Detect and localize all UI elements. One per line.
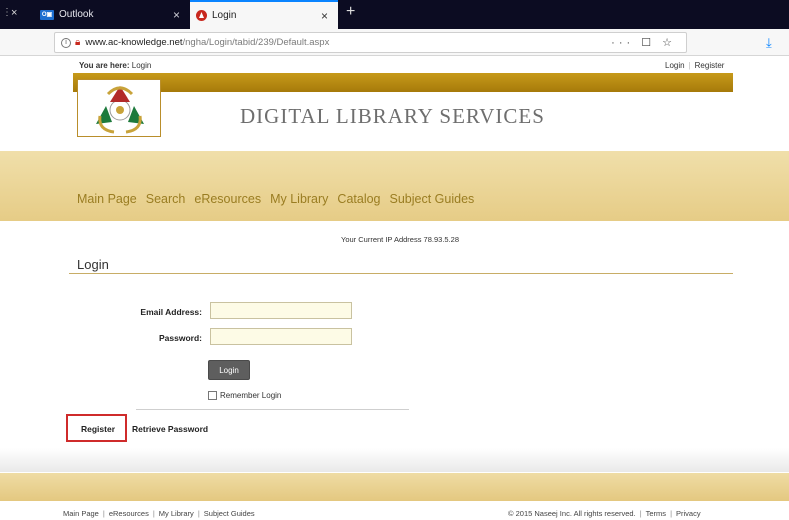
url-host: www.ac-knowledge.net [85,37,183,48]
insecure-lock-icon[interactable]: 🔒︎ [75,37,80,48]
header-gold-bar [73,73,733,92]
breadcrumb-current: Login [131,61,152,70]
menu-band [0,151,789,221]
tab-close-prev[interactable]: × [11,7,17,19]
top-login-link[interactable]: Login [665,61,685,70]
login-button-label: Login [219,365,239,375]
footer-grey-band [0,448,789,472]
breadcrumb: You are here: Login [79,61,151,70]
ip-address-text: Your Current IP Address 78.93.5.28 [341,235,459,244]
separator: | [102,509,105,518]
separator: | [688,61,691,70]
remember-login-label: Remember Login [220,391,282,400]
new-tab-button[interactable]: + [346,3,355,21]
tab-strip: ⋮ × O▣ Outlook × Login × + [0,0,789,29]
login-button[interactable]: Login [208,360,250,380]
main-menu: Main Page Search eResources My Library C… [77,192,474,206]
close-icon[interactable]: × [173,8,180,22]
outlook-icon: O▣ [40,9,54,20]
navigation-bar: i 🔒︎ www.ac-knowledge.net /ngha/Login/ta… [0,29,789,56]
browser-window: ⋮ × O▣ Outlook × Login × + i 🔒︎ www.ac-k… [0,0,789,520]
separator: | [670,509,673,518]
retrieve-password-link[interactable]: Retrieve Password [132,424,208,434]
footer-gold-band [0,473,789,501]
info-icon[interactable]: i [61,37,71,48]
login-divider [69,273,733,274]
menu-item-my-library[interactable]: My Library [270,192,328,206]
logo-emblem [96,86,144,134]
page-actions-icon[interactable]: ··· ☐ ☆ [611,36,676,49]
remember-login-checkbox[interactable] [208,391,217,400]
menu-item-catalog[interactable]: Catalog [337,192,380,206]
separator: | [197,509,200,518]
separator: | [639,509,642,518]
site-logo[interactable] [77,79,161,137]
close-icon[interactable]: × [321,9,328,23]
menu-item-subject-guides[interactable]: Subject Guides [390,192,475,206]
menu-item-search[interactable]: Search [146,192,186,206]
remember-login[interactable]: Remember Login [208,391,281,400]
menu-item-main-page[interactable]: Main Page [77,192,137,206]
tab-login-label: Login [212,10,237,21]
breadcrumb-label: You are here: [79,61,130,70]
top-links: Login | Register [665,61,724,70]
password-field[interactable] [210,328,352,345]
menu-item-eresources[interactable]: eResources [194,192,261,206]
footer-link-my-library[interactable]: My Library [159,509,194,518]
login-site-icon [196,10,207,21]
footer-link-eresources[interactable]: eResources [109,509,149,518]
footer-legal: © 2015 Naseej Inc. All rights reserved. |… [508,509,701,518]
footer-link-subject-guides[interactable]: Subject Guides [204,509,255,518]
separator: | [152,509,155,518]
tab-outlook[interactable]: O▣ Outlook × [40,0,190,29]
url-path: /ngha/Login/tabid/239/Default.aspx [182,37,330,48]
tab-login[interactable]: Login × [190,0,338,29]
form-divider [136,409,409,410]
register-link[interactable]: Register [81,424,115,434]
site-title: DIGITAL LIBRARY SERVICES [240,104,545,128]
download-icon[interactable]: ⤓ [766,35,772,51]
copyright-text: © 2015 Naseej Inc. All rights reserved. [508,509,636,518]
tab-outlook-label: Outlook [59,9,94,20]
privacy-link[interactable]: Privacy [676,509,701,518]
password-label: Password: [159,333,202,343]
email-label: Email Address: [140,307,202,317]
footer-links: Main Page | eResources | My Library | Subject … [63,509,255,518]
top-register-link[interactable]: Register [695,61,725,70]
footer-link-main-page[interactable]: Main Page [63,509,99,518]
url-bar[interactable]: i 🔒︎ www.ac-knowledge.net /ngha/Login/ta… [54,32,687,53]
terms-link[interactable]: Terms [646,509,666,518]
email-field[interactable] [210,302,352,319]
login-heading: Login [77,257,109,272]
